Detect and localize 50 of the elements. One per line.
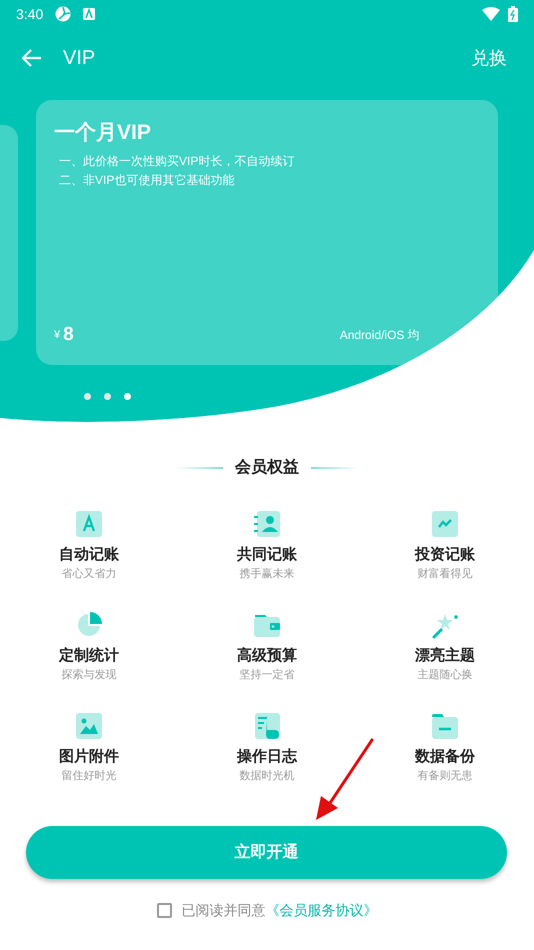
- benefit-subtitle: 携手赢未来: [240, 567, 294, 582]
- battery-charging-icon: [508, 6, 518, 22]
- benefit-subtitle: 有备则无患: [418, 769, 472, 784]
- benefit-title: 数据备份: [415, 747, 475, 767]
- plan-note: 一、此价格一次性购买VIP时长，不自动续订: [59, 153, 296, 170]
- benefit-title: 共同记账: [237, 545, 297, 565]
- wifi-icon: [482, 7, 500, 21]
- pie-chart-icon: [75, 611, 103, 639]
- plan-price: 8: [63, 325, 74, 345]
- benefit-title: 定制统计: [59, 646, 119, 666]
- contact-book-icon: [253, 510, 281, 538]
- benefit-item[interactable]: 定制统计 探索与发现: [0, 611, 178, 688]
- status-time: 3:40: [16, 4, 44, 24]
- benefit-title: 操作日志: [237, 747, 297, 767]
- benefit-subtitle: 数据时光机: [240, 769, 294, 784]
- previous-plan-card[interactable]: [0, 125, 18, 341]
- currency-symbol: ¥: [54, 328, 60, 342]
- benefit-subtitle: 财富看得见: [418, 567, 472, 582]
- platform-note: Android/iOS 均: [340, 327, 420, 344]
- section-title: 会员权益: [235, 458, 299, 478]
- benefit-subtitle: 省心又省力: [62, 567, 116, 582]
- benefit-title: 投资记账: [415, 545, 475, 565]
- plan-title: 一个月VIP: [54, 120, 152, 146]
- benefit-item[interactable]: 共同记账 携手赢未来: [178, 510, 356, 587]
- benefit-item[interactable]: 投资记账 财富看得见: [356, 510, 534, 587]
- page-title: VIP: [63, 46, 96, 71]
- back-arrow-icon: [22, 49, 42, 67]
- benefit-title: 图片附件: [59, 747, 119, 767]
- image-icon: [75, 712, 103, 740]
- benefit-title: 自动记账: [59, 545, 119, 565]
- benefit-subtitle: 坚持一定省: [240, 668, 294, 683]
- benefit-item[interactable]: 数据备份 有备则无患: [356, 712, 534, 789]
- app-logo-icon: [55, 6, 72, 22]
- hand-tap-icon: [253, 712, 281, 740]
- letter-a-icon: [75, 510, 103, 538]
- notification-icon: [83, 8, 96, 20]
- folder-icon: [431, 712, 459, 740]
- agreement-checkbox[interactable]: [156, 903, 172, 918]
- benefit-subtitle: 留住好时光: [62, 769, 116, 784]
- benefit-title: 高级预算: [237, 646, 297, 666]
- benefit-subtitle: 探索与发现: [62, 668, 116, 683]
- benefit-item[interactable]: 高级预算 坚持一定省: [178, 611, 356, 688]
- benefit-item[interactable]: 图片附件 留住好时光: [0, 712, 178, 789]
- plan-note: 二、非VIP也可使用其它基础功能: [59, 172, 236, 189]
- agreement-text: 已阅读并同意: [182, 902, 266, 918]
- benefit-title: 漂亮主题: [415, 646, 475, 666]
- benefit-item[interactable]: 操作日志 数据时光机: [178, 712, 356, 789]
- benefit-subtitle: 主题随心换: [418, 668, 472, 683]
- benefit-item[interactable]: 自动记账 省心又省力: [0, 510, 178, 587]
- benefit-item[interactable]: 漂亮主题 主题随心换: [356, 611, 534, 688]
